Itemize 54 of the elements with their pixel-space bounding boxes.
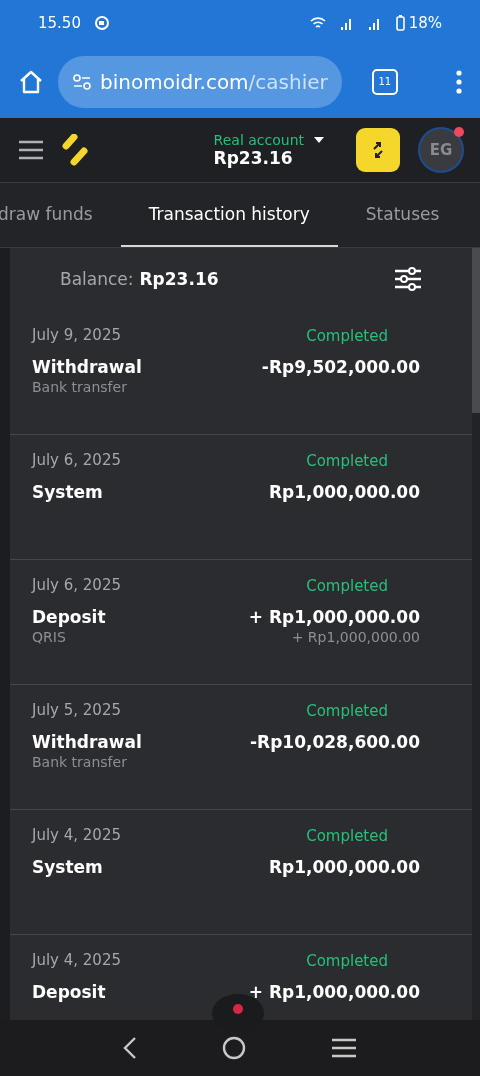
battery-icon bbox=[395, 14, 405, 31]
home-icon[interactable] bbox=[18, 68, 44, 95]
transaction-date: July 4, 2025 bbox=[32, 951, 122, 970]
transaction-amount: + Rp1,000,000.00 bbox=[248, 607, 420, 627]
balance-value: Rp23.16 bbox=[139, 269, 219, 289]
scrollbar-thumb[interactable] bbox=[472, 248, 480, 413]
wifi-icon bbox=[309, 15, 326, 30]
transaction-status: Completed bbox=[306, 827, 388, 845]
transaction-date: July 6, 2025 bbox=[32, 576, 122, 595]
switch-account-button[interactable] bbox=[356, 128, 400, 172]
status-time: 15.50 bbox=[38, 13, 81, 32]
transaction-amount: + Rp1,000,000.00 bbox=[248, 982, 420, 1002]
screen-record-icon bbox=[94, 15, 109, 30]
transaction-date: July 6, 2025 bbox=[32, 451, 122, 470]
menu-icon[interactable] bbox=[18, 140, 44, 160]
logo-icon[interactable] bbox=[62, 134, 88, 166]
transaction-type: Withdrawal bbox=[32, 732, 143, 752]
transaction-type: System bbox=[32, 857, 104, 877]
transaction-status: Completed bbox=[306, 952, 388, 970]
tab-count[interactable]: 11 bbox=[371, 68, 398, 95]
account-balance: Rp23.16 bbox=[213, 148, 293, 168]
transaction-amount: Rp1,000,000.00 bbox=[268, 857, 420, 877]
dropdown-caret-icon[interactable] bbox=[314, 136, 324, 144]
payment-method: QRIS bbox=[32, 629, 66, 645]
transaction-date: July 5, 2025 bbox=[32, 701, 122, 720]
tab[interactable]: Statuses bbox=[337, 183, 468, 247]
back-icon[interactable] bbox=[122, 1036, 137, 1060]
site-settings-icon[interactable] bbox=[72, 72, 92, 91]
transaction-status: Completed bbox=[306, 452, 388, 470]
account-type[interactable]: Real account bbox=[213, 132, 304, 148]
payment-method: Bank transfer bbox=[32, 379, 127, 395]
transaction-type: Deposit bbox=[32, 982, 107, 1002]
transaction-date: July 9, 2025 bbox=[32, 326, 122, 345]
payment-method: Bank transfer bbox=[32, 754, 127, 770]
filter-icon[interactable] bbox=[394, 267, 422, 291]
transaction-date: July 4, 2025 bbox=[32, 826, 122, 845]
recent-apps-icon[interactable] bbox=[331, 1038, 358, 1058]
transaction-status: Completed bbox=[306, 327, 388, 345]
transaction-amount: -Rp10,028,600.00 bbox=[250, 732, 420, 752]
received-amount: + Rp1,000,000.00 bbox=[291, 629, 420, 645]
transaction-type: Deposit bbox=[32, 607, 107, 627]
transaction-status: Completed bbox=[306, 702, 388, 720]
url-host: binomoidr.com bbox=[100, 69, 249, 94]
balance-label: Balance: bbox=[60, 269, 134, 289]
transaction-status: Completed bbox=[306, 577, 388, 595]
transaction-amount: -Rp9,502,000.00 bbox=[261, 357, 420, 377]
more-icon[interactable] bbox=[456, 69, 462, 94]
home-circle-icon[interactable] bbox=[222, 1036, 246, 1060]
tab[interactable]: Transaction history bbox=[120, 183, 338, 247]
transaction-amount: Rp1,000,000.00 bbox=[268, 482, 420, 502]
transaction-type: System bbox=[32, 482, 104, 502]
battery-level: 18% bbox=[408, 13, 442, 32]
transaction-type: Withdrawal bbox=[32, 357, 143, 377]
url-path: /cashier bbox=[248, 69, 328, 94]
